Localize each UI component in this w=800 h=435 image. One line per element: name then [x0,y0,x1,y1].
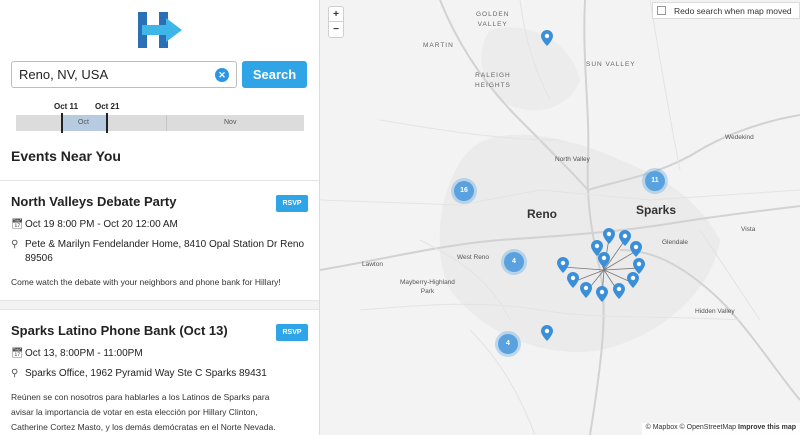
map-label-glendale: Glendale [662,239,689,246]
redo-search-checkbox[interactable] [657,6,666,15]
redo-search-label: Redo search when map moved [674,5,792,16]
zoom-control: + − [328,6,344,38]
event-pin-icon[interactable] [603,228,615,244]
event-location: Sparks Office, 1962 Pyramid Way Ste C Sp… [25,368,267,379]
event-card[interactable]: North Valleys Debate Party RSVP 📅︎ Oct 1… [0,180,319,300]
search-button[interactable]: Search [242,61,307,88]
event-divider [0,300,319,309]
event-list: North Valleys Debate Party RSVP 📅︎ Oct 1… [0,180,319,435]
attribution-text[interactable]: © Mapbox © OpenStreetMap [646,424,736,431]
event-cluster-marker[interactable]: 11 [645,171,665,191]
map-label-sparks: Sparks [636,203,677,217]
event-pin-icon[interactable] [598,252,610,268]
zoom-out-button[interactable]: − [329,22,343,37]
event-time-row: 📅︎ Oct 13, 8:00PM - 11:00PM [11,347,309,361]
event-pin-icon[interactable] [627,272,639,288]
event-map[interactable]: + − Redo search when map moved GOLDEN VA… [320,0,800,435]
event-location: Pete & Marilyn Fendelander Home, 8410 Op… [25,239,305,264]
map-basemap[interactable] [320,0,800,435]
month-label-oct: Oct [78,119,89,126]
event-description: Reúnen se con nosotros para hablarles a … [11,392,276,432]
improve-map-link[interactable]: Improve this map [738,424,796,431]
location-pin-icon: ⚲ [11,368,19,379]
event-location-row: ⚲ Pete & Marilyn Fendelander Home, 8410 … [11,238,309,266]
calendar-icon: 📅︎ [11,348,24,359]
map-label-mayberry-highland-park: Mayberry-Highland Park [400,279,455,295]
event-pin-icon[interactable] [557,257,569,273]
event-pin-icon[interactable] [541,325,553,341]
location-pin-icon: ⚲ [11,239,19,250]
event-cluster-marker[interactable]: 4 [498,334,518,354]
event-title[interactable]: Sparks Latino Phone Bank (Oct 13) [11,323,309,338]
map-label-golden-valley: GOLDEN VALLEY [476,11,510,28]
event-cluster-marker[interactable]: 16 [454,181,474,201]
rsvp-button[interactable]: RSVP [276,195,308,212]
event-pin-icon[interactable] [567,272,579,288]
map-label-vista: Vista [741,226,756,233]
event-title[interactable]: North Valleys Debate Party [11,194,309,209]
range-start-label: Oct 11 [54,102,79,111]
location-search-box[interactable]: ✕ [11,61,237,88]
timeline-track[interactable]: Oct Nov [16,113,304,133]
map-label-north-valley: North Valley [555,156,590,163]
map-label-lawton: Lawton [362,261,383,268]
map-label-reno: Reno [527,207,557,221]
calendar-icon: 📅︎ [11,219,24,230]
event-description: Come watch the debate with your neighbor… [11,277,281,287]
event-time-row: 📅︎ Oct 19 8:00 PM - Oct 20 12:00 AM [11,218,309,232]
map-label-sun-valley: SUN VALLEY [586,61,636,68]
event-pin-icon[interactable] [541,30,553,46]
range-start-handle[interactable] [61,113,63,133]
event-pin-icon[interactable] [630,241,642,257]
zoom-in-button[interactable]: + [329,7,343,22]
map-label-hidden-valley: Hidden Valley [695,308,735,315]
event-time: Oct 19 8:00 PM - Oct 20 12:00 AM [25,219,178,230]
map-label-west-reno: West Reno [457,254,490,261]
map-label-wedekind: Wedekind [725,134,754,141]
date-range-slider[interactable]: Oct 11 Oct 21 Oct Nov [16,100,304,133]
events-heading: Events Near You [11,148,121,164]
map-label-martin: MARTIN [423,42,454,49]
event-pin-icon[interactable] [596,286,608,302]
events-panel: ✕ Search Oct 11 Oct 21 Oct Nov Events Ne… [0,0,320,435]
range-end-handle[interactable] [106,113,108,133]
range-end-label: Oct 21 [95,102,120,111]
event-card[interactable]: Sparks Latino Phone Bank (Oct 13) RSVP 📅… [0,309,319,435]
redo-search-toggle[interactable]: Redo search when map moved [652,2,800,19]
event-location-row: ⚲ Sparks Office, 1962 Pyramid Way Ste C … [11,367,309,381]
event-cluster-marker[interactable]: 4 [504,252,524,272]
event-time: Oct 13, 8:00PM - 11:00PM [25,348,143,359]
month-divider [166,115,167,131]
map-attribution: © Mapbox © OpenStreetMap Improve this ma… [641,423,800,435]
location-search-input[interactable] [12,62,236,87]
hillary-logo-icon [138,12,182,48]
month-label-nov: Nov [224,119,237,126]
rsvp-button[interactable]: RSVP [276,324,308,341]
map-label-raleigh-heights: RALEIGH HEIGHTS [475,72,511,89]
event-pin-icon[interactable] [613,283,625,299]
event-pin-icon[interactable] [580,282,592,298]
clear-x-icon[interactable]: ✕ [215,68,229,82]
